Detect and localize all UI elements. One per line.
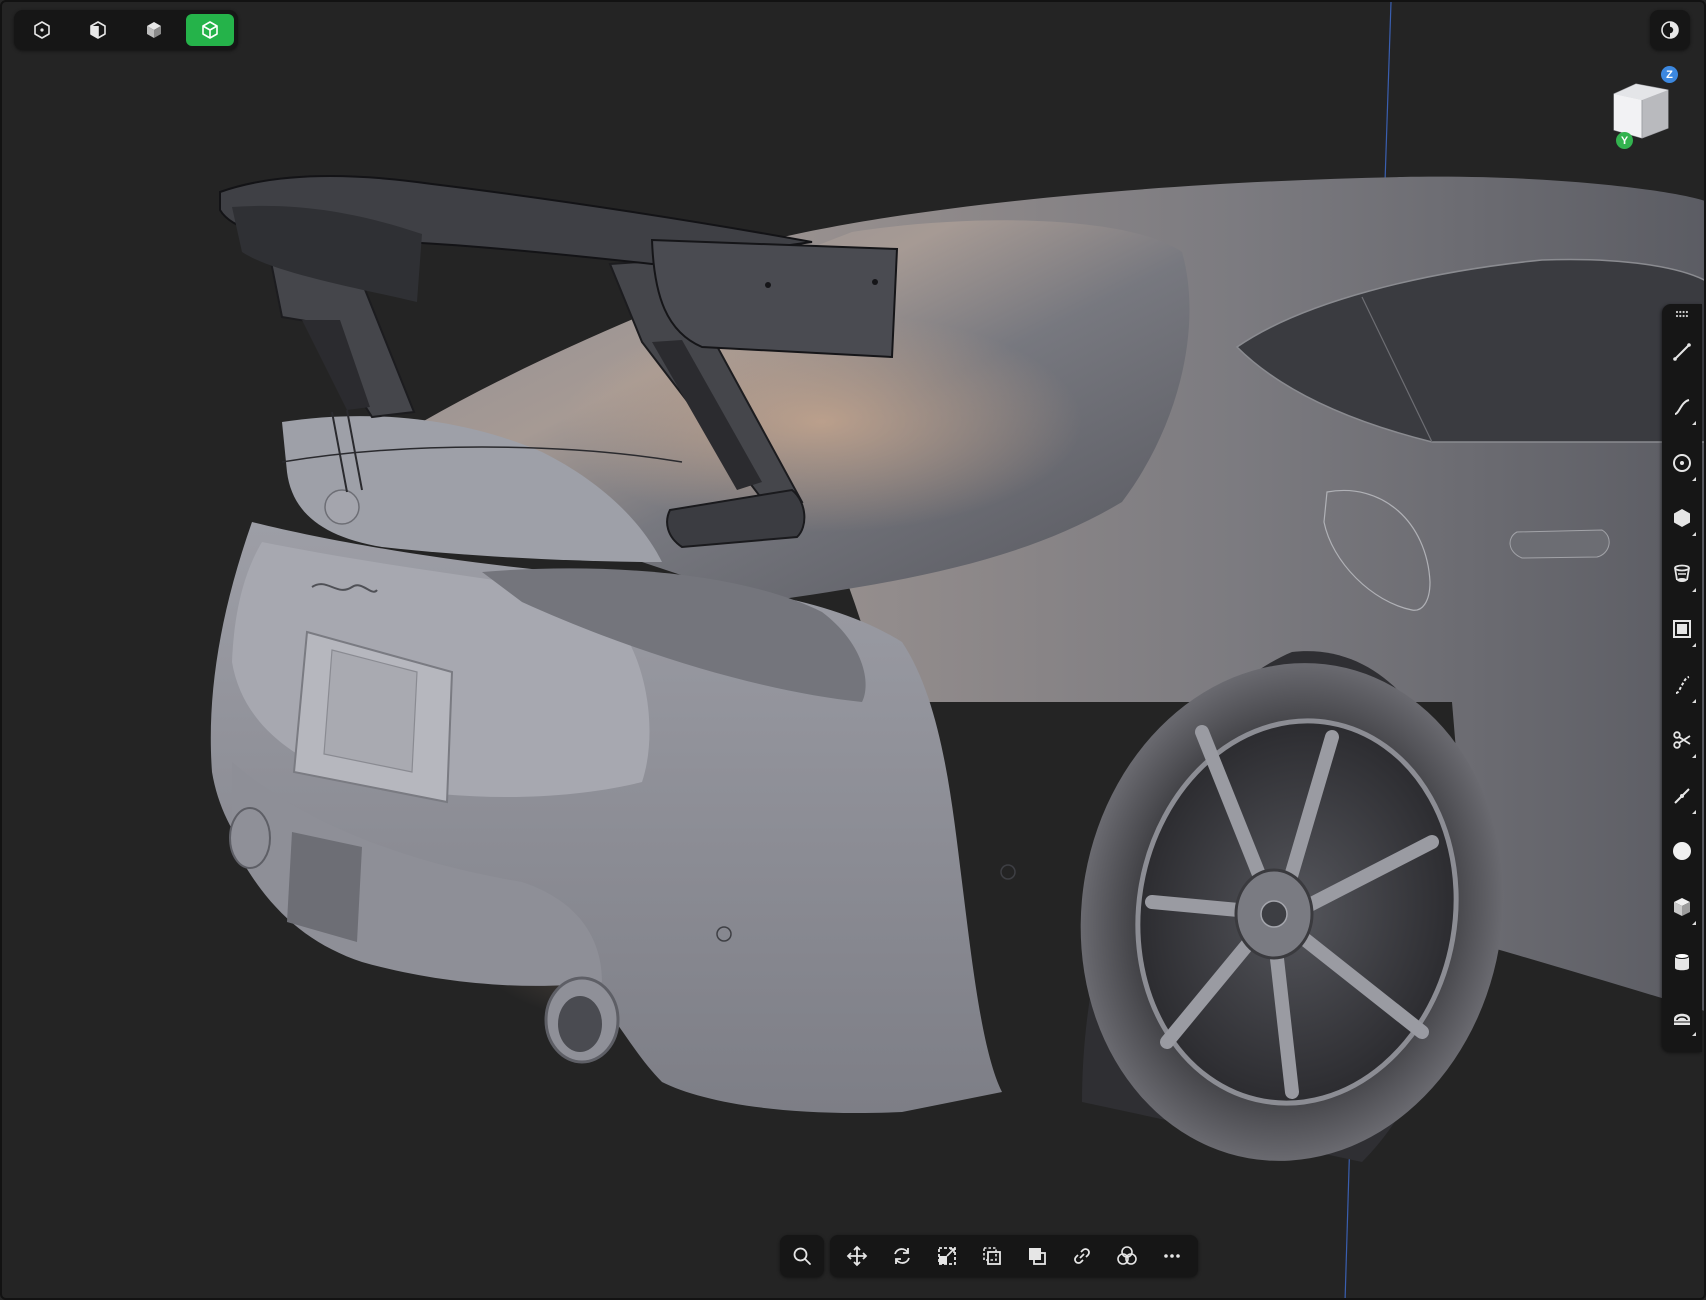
submenu-indicator [1692, 532, 1696, 536]
submenu-indicator [1692, 698, 1696, 703]
shell-tool-icon [1674, 1013, 1690, 1025]
boolean-icon [1028, 1248, 1046, 1265]
app-window: Z Y [0, 0, 1706, 1300]
more-icon [1163, 1254, 1180, 1258]
axis-z-badge[interactable]: Z [1661, 66, 1678, 83]
move-icon [846, 1245, 867, 1267]
copy-transform-icon [982, 1247, 1001, 1265]
scale-icon [937, 1247, 956, 1265]
link-button[interactable] [1059, 1238, 1104, 1274]
display-mode-half-shaded-button[interactable] [74, 14, 122, 46]
blend-curve-button[interactable] [1662, 657, 1702, 713]
curve-tool-icon [1674, 399, 1690, 416]
cylinder-icon [1674, 953, 1690, 971]
line-tool-button[interactable] [1662, 324, 1702, 380]
3d-viewport[interactable] [2, 2, 1706, 1300]
combine-button[interactable] [1104, 1238, 1149, 1274]
view-cube[interactable]: Z Y [1602, 62, 1682, 152]
offset-surface-button[interactable] [1662, 602, 1702, 658]
display-mode-solid-button[interactable] [130, 14, 178, 46]
fillet-curve-button[interactable] [1662, 768, 1702, 824]
box-tool-button[interactable] [1662, 879, 1702, 935]
bottom-toolbar [780, 1235, 1198, 1277]
half-shaded-cube-icon [90, 21, 106, 39]
copy-transform-button[interactable] [969, 1238, 1014, 1274]
solid-cube-icon [147, 22, 161, 38]
rail-drag-handle[interactable] [1675, 304, 1689, 324]
submenu-indicator [1692, 421, 1696, 425]
grip-dots-icon [1675, 310, 1688, 318]
transform-tools-group [830, 1235, 1198, 1277]
submenu-indicator [1692, 643, 1696, 647]
circle-tool-icon [1673, 453, 1691, 472]
display-mode-shaded-button[interactable] [186, 14, 234, 46]
viewport-canvas[interactable] [2, 2, 1706, 1300]
more-button[interactable] [1149, 1238, 1194, 1274]
submenu-indicator [1692, 754, 1696, 758]
polygon-tool-icon [1674, 509, 1690, 528]
trim-tool-button[interactable] [1662, 713, 1702, 769]
axis-y-badge[interactable]: Y [1616, 132, 1633, 149]
rotate-icon [893, 1248, 910, 1264]
search-group [780, 1235, 824, 1277]
trim-scissors-icon [1673, 731, 1691, 749]
combine-icon [1116, 1246, 1137, 1265]
loft-tool-button[interactable] [1662, 546, 1702, 602]
move-button[interactable] [834, 1238, 879, 1274]
sphere-tool-button[interactable] [1662, 824, 1702, 880]
circle-tool-button[interactable] [1662, 435, 1702, 491]
boolean-button[interactable] [1014, 1238, 1059, 1274]
fillet-curve-icon [1674, 788, 1690, 804]
tool-rail [1662, 304, 1702, 1052]
submenu-indicator [1692, 809, 1696, 814]
search-button[interactable] [784, 1238, 820, 1274]
box-solid-icon [1674, 897, 1690, 916]
link-icon [1073, 1248, 1090, 1264]
loft-tool-icon [1674, 564, 1690, 582]
shell-tool-button[interactable] [1662, 990, 1702, 1046]
display-mode-wireframe-button[interactable] [18, 14, 66, 46]
curve-tool-button[interactable] [1662, 380, 1702, 436]
line-tool-icon [1673, 342, 1691, 361]
cylinder-tool-button[interactable] [1662, 935, 1702, 991]
offset-surface-icon [1673, 620, 1691, 639]
display-mode-toolbar [14, 10, 238, 50]
sphere-icon [1673, 842, 1691, 861]
rotate-button[interactable] [879, 1238, 924, 1274]
theme-toggle-button[interactable] [1650, 10, 1690, 50]
submenu-indicator [1692, 1031, 1696, 1036]
contrast-icon [1661, 21, 1679, 39]
polygon-tool-button[interactable] [1662, 491, 1702, 547]
wireframe-cube-dot-icon [34, 21, 50, 39]
shaded-cube-icon [202, 21, 218, 39]
submenu-indicator [1692, 476, 1696, 481]
submenu-indicator [1692, 920, 1696, 925]
scale-button[interactable] [924, 1238, 969, 1274]
submenu-indicator [1692, 587, 1696, 592]
blend-curve-icon [1675, 675, 1690, 694]
search-icon [793, 1247, 811, 1265]
